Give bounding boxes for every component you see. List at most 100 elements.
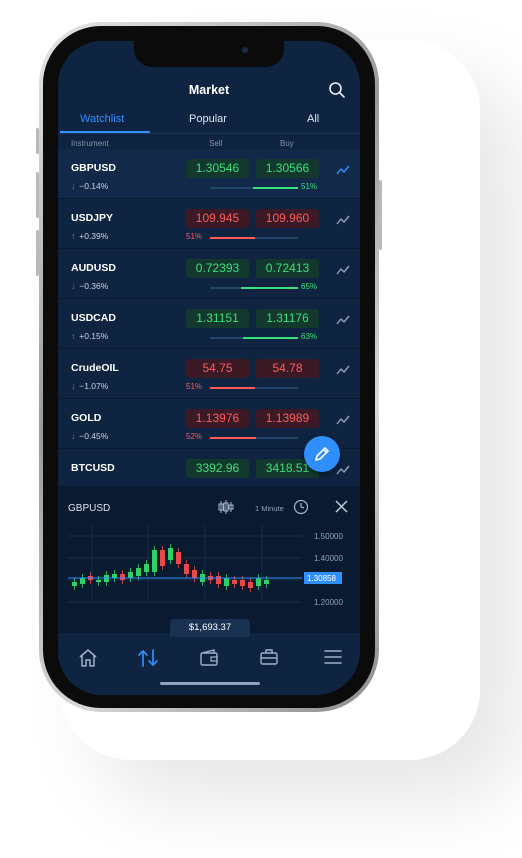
arrow-up-icon: ↑ <box>71 231 76 241</box>
sell-price-button[interactable]: 1.30546 <box>186 159 249 178</box>
change-value: +0.39% <box>79 231 109 241</box>
change-value: +0.15% <box>79 331 109 341</box>
x-tick-label: Jul <box>198 607 208 608</box>
instrument-change: ↓ −1.07% <box>71 381 108 391</box>
candle <box>144 564 149 572</box>
edit-fab-button[interactable] <box>304 436 340 472</box>
x-tick-label: 2018 <box>138 607 155 608</box>
column-header-buy: Buy <box>280 139 294 148</box>
instrument-symbol: BTCUSD <box>71 462 115 474</box>
buy-price-button[interactable]: 0.72413 <box>256 259 319 278</box>
sell-price-button[interactable]: 54.75 <box>186 359 249 378</box>
arrow-down-icon: ↓ <box>71 281 76 291</box>
sell-price-button[interactable]: 1.13976 <box>186 409 249 428</box>
watchlist-row[interactable]: USDJPY ↑ +0.39% 109.945 109.960 51% <box>58 199 360 249</box>
tab-active-indicator <box>60 131 150 133</box>
tab-watchlist[interactable]: Watchlist <box>80 113 124 125</box>
candle <box>240 580 245 586</box>
candle <box>176 552 181 564</box>
arrow-down-icon: ↓ <box>71 431 76 441</box>
search-icon[interactable] <box>328 81 346 99</box>
candle <box>264 580 269 584</box>
column-header-instrument: Instrument <box>71 139 109 148</box>
change-value: −0.45% <box>79 431 109 441</box>
watchlist-row[interactable]: AUDUSD ↓ −0.36% 0.72393 0.72413 65% <box>58 249 360 299</box>
balance-badge: $1,693.37 <box>170 619 250 637</box>
volume-up-button <box>36 172 39 218</box>
instrument-change: ↓ −0.45% <box>71 431 108 441</box>
trend-icon[interactable] <box>336 265 350 275</box>
close-icon[interactable] <box>335 500 348 513</box>
current-price-label: 1.30858 <box>307 574 336 583</box>
trend-icon[interactable] <box>336 365 350 375</box>
instrument-change: ↓ −0.14% <box>71 181 108 191</box>
instrument-symbol: USDJPY <box>71 212 114 224</box>
trend-icon[interactable] <box>336 215 350 225</box>
sell-price-button[interactable]: 1.31151 <box>186 309 249 328</box>
candle <box>128 572 133 578</box>
candle <box>168 548 173 560</box>
sell-price-button[interactable]: 109.945 <box>186 209 249 228</box>
trade-arrows-icon[interactable] <box>137 648 159 668</box>
arrow-up-icon: ↑ <box>71 331 76 341</box>
buy-price-button[interactable]: 1.30566 <box>256 159 319 178</box>
candlestick-icon[interactable] <box>218 500 234 514</box>
instrument-symbol: USDCAD <box>71 312 116 324</box>
x-tick-label: Jul <box>86 607 96 608</box>
buy-price-button[interactable]: 1.13989 <box>256 409 319 428</box>
sell-price-button[interactable]: 3392.96 <box>186 459 249 478</box>
watchlist-row[interactable]: CrudeOIL ↓ −1.07% 54.75 54.78 51% <box>58 349 360 399</box>
watchlist-row[interactable]: USDCAD ↑ +0.15% 1.31151 1.31176 63% <box>58 299 360 349</box>
wallet-icon[interactable] <box>199 649 219 667</box>
app-screen: Market Watchlist Popular All Instrument … <box>58 41 360 695</box>
page-title: Market <box>188 83 230 97</box>
menu-icon[interactable] <box>324 649 342 665</box>
candle <box>80 578 85 584</box>
trend-icon[interactable] <box>336 315 350 325</box>
home-icon[interactable] <box>78 649 98 667</box>
mute-switch <box>36 128 39 154</box>
candle <box>184 564 189 574</box>
y-tick-label: 1.40000 <box>314 554 343 563</box>
x-tick-label: 2019 <box>252 607 269 608</box>
instrument-symbol: GOLD <box>71 412 102 424</box>
pencil-icon <box>315 447 329 461</box>
trend-icon[interactable] <box>336 415 350 425</box>
home-indicator <box>160 682 260 685</box>
change-value: −0.36% <box>79 281 109 291</box>
candle <box>72 582 77 586</box>
buy-price-button[interactable]: 54.78 <box>256 359 319 378</box>
instrument-change: ↑ +0.39% <box>71 231 108 241</box>
tab-all[interactable]: All <box>307 113 319 125</box>
header: Market <box>58 67 360 113</box>
buy-price-button[interactable]: 109.960 <box>256 209 319 228</box>
instrument-symbol: GBPUSD <box>71 162 116 174</box>
tab-popular[interactable]: Popular <box>189 113 227 125</box>
candle <box>96 580 101 582</box>
buy-price-button[interactable]: 1.31176 <box>256 309 319 328</box>
change-value: −1.07% <box>79 381 109 391</box>
briefcase-icon[interactable] <box>259 648 279 666</box>
power-button <box>379 180 382 250</box>
instrument-change: ↓ −0.36% <box>71 281 108 291</box>
camera <box>242 47 248 53</box>
change-value: −0.14% <box>79 181 109 191</box>
clock-icon[interactable] <box>293 499 309 515</box>
column-header-sell: Sell <box>209 139 223 148</box>
sentiment-bar-fill <box>210 437 256 439</box>
notch <box>134 41 284 67</box>
sentiment-percent: 51% <box>186 382 203 391</box>
watchlist-row[interactable]: GBPUSD ↓ −0.14% 1.30546 1.30566 51% <box>58 149 360 199</box>
bottom-nav <box>58 633 360 695</box>
chart-interval[interactable]: 1 Minute <box>255 504 284 513</box>
volume-down-button <box>36 230 39 276</box>
y-tick-label: 1.20000 <box>314 598 343 607</box>
sell-price-button[interactable]: 0.72393 <box>186 259 249 278</box>
chart-symbol: GBPUSD <box>68 503 111 514</box>
sentiment-bar-fill <box>253 187 298 189</box>
trend-icon[interactable] <box>336 165 350 175</box>
price-chart[interactable]: 1.50000 1.40000 1.20000 1.30858 Jul 2018 Jul 20… <box>58 520 360 608</box>
y-tick-label: 1.50000 <box>314 532 343 541</box>
sentiment-bar-fill <box>210 237 255 239</box>
instrument-symbol: AUDUSD <box>71 262 116 274</box>
